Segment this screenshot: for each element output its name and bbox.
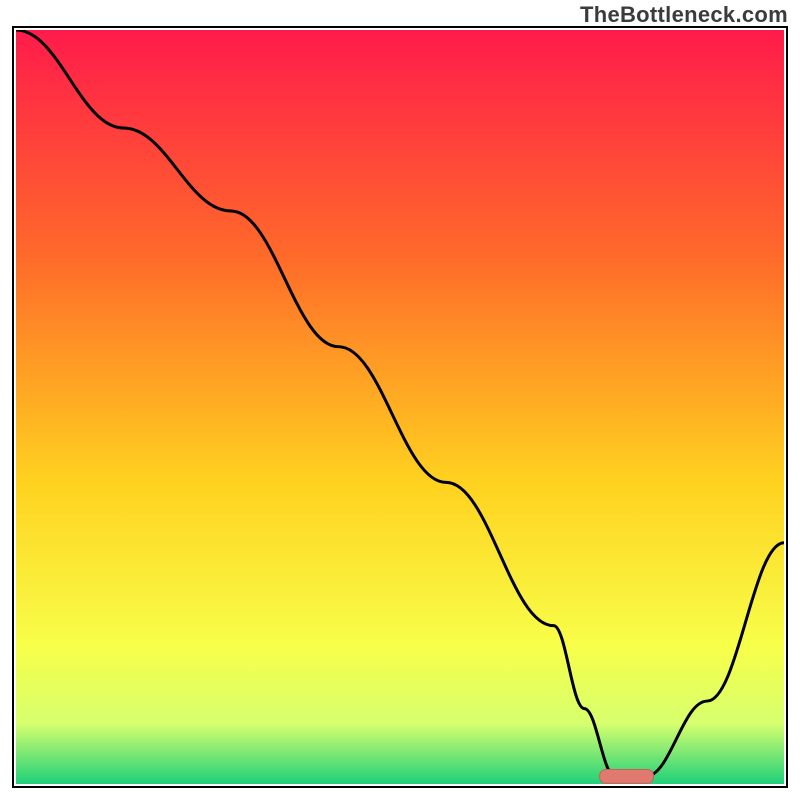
chart-gradient-background <box>16 30 784 784</box>
chart-frame <box>12 26 788 788</box>
watermark-text: TheBottleneck.com <box>580 2 788 28</box>
chart-svg <box>16 30 784 784</box>
optimal-range-marker <box>600 769 654 783</box>
chart-plot-area <box>16 30 784 784</box>
